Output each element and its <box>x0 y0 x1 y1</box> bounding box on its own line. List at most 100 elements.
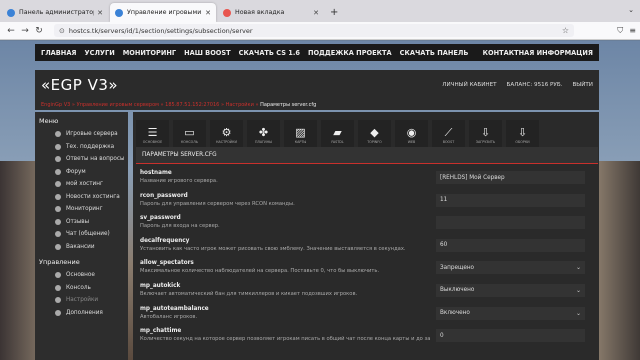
sidebar-item-faq[interactable]: Ответы на вопросы <box>35 153 128 166</box>
toolbar-settings-button[interactable]: ⚙ НАСТРОЙКИ <box>210 120 243 150</box>
toolbar-main-button[interactable]: ☰ ОСНОВНОЕ <box>136 120 169 150</box>
sidebar-item-settings[interactable]: Настройки <box>35 294 128 307</box>
nav-link-contacts[interactable]: КОНТАКТНАЯ ИНФОРМАЦИЯ <box>483 49 593 57</box>
main-content: ☰ ОСНОВНОЕ ▭ КОНСОЛЬ ⚙ НАСТРОЙКИ ✤ ПЛАГИНЫ ▨… <box>133 112 599 360</box>
toolbar-button-label: ОБОРКИ <box>515 139 530 144</box>
sidebar-item-reviews[interactable]: Отзывы <box>35 216 128 229</box>
image-icon: ▨ <box>295 125 306 139</box>
breadcrumb-current: Параметры server.cfg <box>260 102 317 108</box>
site-header: «EGP V3» ЛИЧНЫЙ КАБИНЕТ БАЛАНС: 9516 РУБ… <box>35 70 599 100</box>
nav-link-boost[interactable]: НАШ BOOST <box>184 49 231 57</box>
breadcrumb-item[interactable]: Настройки <box>226 102 254 108</box>
nav-link-services[interactable]: УСЛУГИ <box>85 49 115 57</box>
param-row-rcon-password: rcon_password Пароль для управления серв… <box>136 191 598 214</box>
sidebar-item-monitoring[interactable]: Мониторинг <box>35 203 128 216</box>
input-value: [REHLDS] Мой Сервер <box>440 174 505 181</box>
toolbar-button-label: НАСТРОЙКИ <box>216 139 237 144</box>
download-icon: ⇩ <box>517 125 528 139</box>
forward-arrow-icon[interactable]: → <box>18 26 32 36</box>
sidebar-item-chat[interactable]: Чат (общение) <box>35 228 128 241</box>
mp-chattime-input[interactable]: 0 <box>436 329 585 343</box>
site-logo[interactable]: «EGP V3» <box>41 76 118 94</box>
background-figure-right <box>598 161 640 360</box>
news-icon <box>55 193 61 200</box>
sidebar-item-my-hosting[interactable]: мой хостинг <box>35 178 128 191</box>
close-icon[interactable]: ✕ <box>313 9 319 17</box>
sidebar-item-label: Тех. поддержка <box>66 143 115 150</box>
param-desc: Пароль для управления сервером через RCO… <box>140 200 295 207</box>
param-desc: Максимальное количество наблюдателей на … <box>140 268 380 275</box>
back-arrow-icon[interactable]: ← <box>4 26 18 36</box>
decalfrequency-input[interactable]: 60 <box>436 238 585 252</box>
nav-link-support[interactable]: ПОДДЕЖКА ПРОЕКТА <box>308 49 392 57</box>
nav-link-download-panel[interactable]: СКАЧАТЬ ПАНЕЛЬ <box>400 49 469 57</box>
nav-link-monitoring[interactable]: МОНИТОРИНГ <box>123 49 176 57</box>
param-desc: Включает автоматический бан для тимкилле… <box>140 290 358 297</box>
sidebar-item-news[interactable]: Новости хостинга <box>35 191 128 204</box>
account-link[interactable]: ЛИЧНЫЙ КАБИНЕТ <box>442 82 496 88</box>
toolbar-maps-button[interactable]: ▨ КАРТЫ <box>284 120 317 150</box>
console-icon <box>55 284 61 291</box>
address-bar[interactable]: ⊙ hostcs.tk/servers/id/1/section/setting… <box>54 24 574 37</box>
nav-link-home[interactable]: ГЛАВНАЯ <box>41 49 77 57</box>
param-row-mp-autokick: mp_autokick Включает автоматический бан … <box>136 281 598 304</box>
mp-autokick-select[interactable]: Выключено ⌄ <box>436 283 585 297</box>
allow-spectators-select[interactable]: Запрещено ⌄ <box>436 261 585 275</box>
reload-icon[interactable]: ↻ <box>32 26 46 36</box>
param-row-mp-chattime: mp_chattime Количество секунд на которое… <box>136 326 598 349</box>
bookmark-star-icon[interactable]: ☆ <box>562 26 569 35</box>
sidebar-item-servers[interactable]: Игровые сервера <box>35 128 128 141</box>
toolbar-boost-button[interactable]: ⟋ BOOST <box>432 120 465 150</box>
sidebar-item-label: Форум <box>66 168 86 175</box>
rcon-password-input[interactable]: 11 <box>436 193 585 207</box>
mp-autoteambalance-select[interactable]: Включено ⌄ <box>436 306 585 320</box>
sidebar-item-support[interactable]: Тех. поддержка <box>35 141 128 154</box>
param-row-sv-password: sv_password Пароль для входа на сервер. <box>136 213 598 236</box>
param-key: mp_chattime <box>140 328 182 335</box>
close-icon[interactable]: ✕ <box>97 9 103 17</box>
monitor-icon <box>55 206 61 213</box>
sidebar-item-label: Новости хостинга <box>66 193 120 200</box>
toolbar-topinfo-button[interactable]: ◆ TOPINFO <box>358 120 391 150</box>
breadcrumb-item[interactable]: 185.87.51.152:27016 <box>165 102 219 108</box>
toolbar-fastdl-button[interactable]: ▰ FASTDL <box>321 120 354 150</box>
toolbar-upload-button[interactable]: ⇩ ЗАГРУЗИТЬ <box>469 120 502 150</box>
site-info-icon[interactable]: ⊙ <box>59 27 65 35</box>
sidebar: Меню Игровые сервера Тех. поддержка Отве… <box>35 112 128 360</box>
support-icon <box>55 143 61 150</box>
close-icon[interactable]: ✕ <box>205 9 211 17</box>
param-row-decalfrequency: decalfrequency Установить как часто игро… <box>136 236 598 259</box>
browser-tab-active[interactable]: Управление игровыми серверами ✕ <box>110 3 216 22</box>
breadcrumb-item[interactable]: EnginGp V3 <box>41 102 70 108</box>
sidebar-item-main[interactable]: Основное <box>35 269 128 282</box>
param-key: mp_autokick <box>140 282 181 289</box>
toolbar-builds-button[interactable]: ⇩ ОБОРКИ <box>506 120 539 150</box>
tab-list-chevron-icon[interactable]: ⌄ <box>628 6 634 14</box>
toolbar-web-button[interactable]: ◉ WEB <box>395 120 428 150</box>
toolbar-console-button[interactable]: ▭ КОНСОЛЬ <box>173 120 206 150</box>
browser-tab[interactable]: Новая вкладка ✕ <box>218 3 324 22</box>
logout-link[interactable]: ВЫЙТИ <box>572 82 593 88</box>
list-icon: ☰ <box>147 125 158 139</box>
menu-icon[interactable]: ≡ <box>629 26 636 36</box>
param-row-allow-spectators: allow_spectators Максимальное количество… <box>136 258 598 281</box>
nav-link-download-cs[interactable]: СКАЧАТЬ CS 1.6 <box>239 49 300 57</box>
shield-icon[interactable]: ⛉ <box>617 26 623 36</box>
breadcrumb-sep: » <box>220 102 224 108</box>
monitor-icon: ▭ <box>184 125 195 139</box>
globe-icon: ◉ <box>406 125 417 139</box>
site-top-nav: ГЛАВНАЯ УСЛУГИ МОНИТОРИНГ НАШ BOOST СКАЧ… <box>35 44 599 61</box>
new-tab-button[interactable]: + <box>330 7 338 18</box>
sv-password-input[interactable] <box>436 216 585 230</box>
param-key: decalfrequency <box>140 237 190 244</box>
toolbar-plugins-button[interactable]: ✤ ПЛАГИНЫ <box>247 120 280 150</box>
breadcrumb-item[interactable]: Управление игровым сервером <box>77 102 159 108</box>
hostname-input[interactable]: [REHLDS] Мой Сервер <box>436 171 585 184</box>
download-icon: ⇩ <box>480 125 491 139</box>
browser-tab[interactable]: Панель администратора ✕ <box>2 3 108 22</box>
sidebar-item-console[interactable]: Консоль <box>35 282 128 295</box>
sidebar-item-forum[interactable]: Форум <box>35 166 128 179</box>
select-value: Запрещено <box>440 264 475 271</box>
sidebar-item-addons[interactable]: Дополнения <box>35 307 128 320</box>
sidebar-item-jobs[interactable]: Вакансии <box>35 241 128 254</box>
